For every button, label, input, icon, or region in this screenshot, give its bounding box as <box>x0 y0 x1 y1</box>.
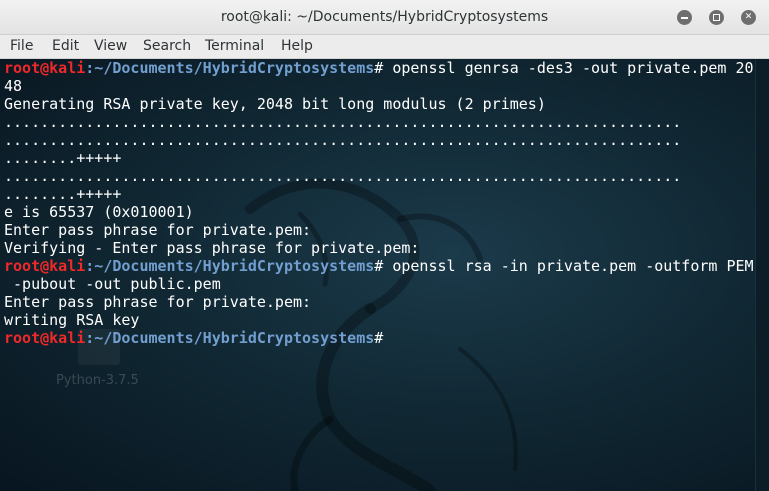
output-text: Generating RSA private key, 2048 bit lon… <box>4 95 546 113</box>
menu-edit[interactable]: Edit <box>52 38 79 54</box>
command-text: # openssl rsa -in private.pem -outform P… <box>374 257 754 275</box>
menu-bar: File Edit View Search Terminal Help <box>0 35 769 59</box>
output-line: -pubout -out public.pem <box>4 275 754 293</box>
output-text: Enter pass phrase for private.pem: <box>4 293 312 311</box>
command-text: # openssl genrsa -des3 -out private.pem … <box>374 59 754 77</box>
output-line: Enter pass phrase for private.pem: <box>4 221 754 239</box>
prompt-user: root@kali <box>4 257 86 275</box>
output-line: e is 65537 (0x010001) <box>4 203 754 221</box>
output-text: ........................................… <box>4 113 682 131</box>
prompt-path: :~/Documents/HybridCryptosystems <box>85 59 375 77</box>
prompt-line: root@kali:~/Documents/HybridCryptosystem… <box>4 257 754 275</box>
menu-view[interactable]: View <box>94 38 127 54</box>
output-text: Verifying - Enter pass phrase for privat… <box>4 239 420 257</box>
menu-help[interactable]: Help <box>281 38 313 54</box>
output-text: e is 65537 (0x010001) <box>4 203 194 221</box>
desktop-icon-label: Python-3.7.5 <box>56 373 139 388</box>
scrollbar[interactable] <box>755 59 769 491</box>
output-text: ........+++++ <box>4 185 122 203</box>
output-text: ........................................… <box>4 131 682 149</box>
output-line: ........+++++ <box>4 185 754 203</box>
output-text: -pubout -out public.pem <box>4 275 221 293</box>
prompt-line: root@kali:~/Documents/HybridCryptosystem… <box>4 59 754 77</box>
menu-file[interactable]: File <box>10 38 33 54</box>
output-line: ........................................… <box>4 167 754 185</box>
output-line: 48 <box>4 77 754 95</box>
maximize-button[interactable] <box>709 10 724 25</box>
output-line: ........................................… <box>4 113 754 131</box>
output-line: Generating RSA private key, 2048 bit lon… <box>4 95 754 113</box>
output-line: writing RSA key <box>4 311 754 329</box>
output-line: ........................................… <box>4 131 754 149</box>
output-line: Verifying - Enter pass phrase for privat… <box>4 239 754 257</box>
output-text: ........................................… <box>4 167 682 185</box>
output-text: writing RSA key <box>4 311 140 329</box>
output-line: Enter pass phrase for private.pem: <box>4 293 754 311</box>
prompt-path: :~/Documents/HybridCryptosystems <box>85 329 375 347</box>
terminal-window: root@kali: ~/Documents/HybridCryptosyste… <box>0 0 769 491</box>
terminal-output: root@kali:~/Documents/HybridCryptosystem… <box>4 59 754 347</box>
prompt-line: root@kali:~/Documents/HybridCryptosystem… <box>4 329 754 347</box>
close-button[interactable] <box>741 10 756 25</box>
output-text: 48 <box>4 77 23 95</box>
output-text: ........+++++ <box>4 149 122 167</box>
prompt-path: :~/Documents/HybridCryptosystems <box>85 257 375 275</box>
terminal-area[interactable]: Python-3.7.5 root@kali:~/Documents/Hybri… <box>0 59 755 491</box>
output-text: Enter pass phrase for private.pem: <box>4 221 312 239</box>
prompt-user: root@kali <box>4 329 86 347</box>
prompt-user: root@kali <box>4 59 86 77</box>
menu-search[interactable]: Search <box>143 38 191 54</box>
output-line: ........+++++ <box>4 149 754 167</box>
title-bar[interactable]: root@kali: ~/Documents/HybridCryptosyste… <box>0 0 769 35</box>
command-text: # <box>374 329 384 347</box>
window-title: root@kali: ~/Documents/HybridCryptosyste… <box>220 9 549 25</box>
menu-terminal[interactable]: Terminal <box>205 38 264 54</box>
minimize-button[interactable] <box>677 10 692 25</box>
